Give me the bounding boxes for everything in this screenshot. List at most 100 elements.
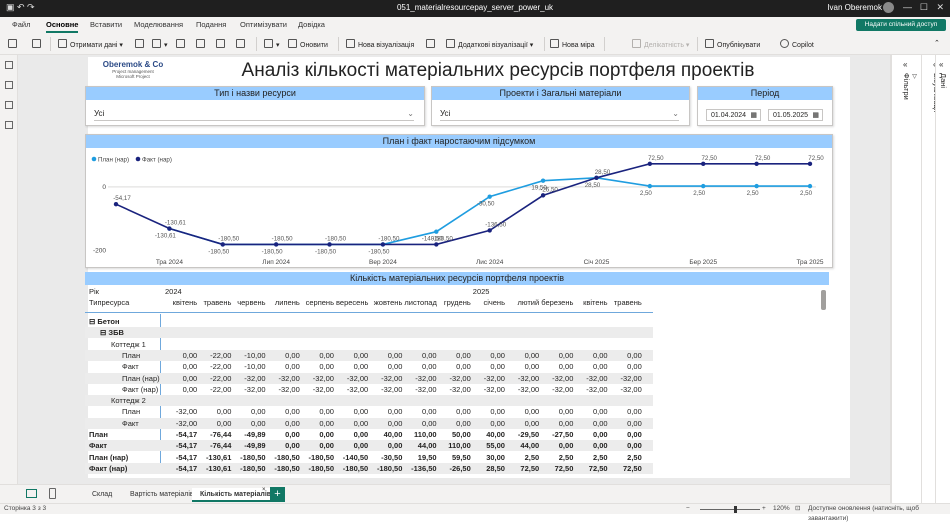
table-cell: 0,00 <box>319 407 334 417</box>
avatar[interactable] <box>883 2 894 13</box>
page-tab-material-cost[interactable]: Вартість матеріалів <box>122 488 202 502</box>
user-name[interactable]: Ivan Oberemok <box>827 3 882 12</box>
tab-view[interactable]: Подання <box>196 20 226 29</box>
enter-data-icon[interactable] <box>196 39 208 49</box>
maximize-icon[interactable]: ☐ <box>920 2 928 13</box>
onelake-icon[interactable]: ▾ <box>152 39 168 49</box>
matrix-scrollbar[interactable] <box>821 290 826 310</box>
separator <box>544 37 545 51</box>
table-cell: -32,00 <box>517 384 540 394</box>
month-header: липень <box>274 298 300 307</box>
calendar-icon[interactable]: ▦ <box>750 110 757 121</box>
shield-icon <box>632 39 641 48</box>
title-bar: ▣ ↶ ↷ 051_materialresourcepay_server_pow… <box>0 0 950 17</box>
close-tab-icon[interactable]: × <box>262 487 266 493</box>
page-tab-material-quantity[interactable]: Кількість матеріалів <box>192 488 280 502</box>
sql-icon[interactable] <box>176 39 188 49</box>
data-point <box>701 183 706 189</box>
dax-view-icon[interactable] <box>5 121 13 129</box>
new-measure-button[interactable]: Нова міра <box>550 39 595 49</box>
table-cell: -54,17 <box>175 463 198 473</box>
transform-icon[interactable]: ▾ <box>264 39 280 49</box>
get-data-button[interactable]: Отримати дані ▾ <box>58 39 123 49</box>
new-visual-button[interactable]: Нова візуалізація <box>346 39 414 49</box>
table-view-icon[interactable] <box>5 81 13 89</box>
collapse-ribbon-icon[interactable]: ⌃ <box>934 39 940 47</box>
slicer-dropdown[interactable]: Усі ⌄ <box>440 107 679 121</box>
mobile-layout-icon[interactable] <box>49 488 56 499</box>
date-to-value: 01.05.2025 <box>773 112 809 119</box>
slicer-dropdown[interactable]: Усі ⌄ <box>94 107 414 121</box>
date-to-input[interactable]: 01.05.2025 ▦ <box>768 109 823 121</box>
table-cell: 2,50 <box>558 452 574 462</box>
refresh-button[interactable]: Оновити <box>288 39 328 49</box>
chevron-left-icon[interactable]: « <box>903 60 907 69</box>
table-cell: -32,00 <box>381 384 403 394</box>
line-chart[interactable]: План (нар) Факт (нар) 0 -200 Тра 2024 Лип 202… <box>86 149 832 267</box>
copilot-button[interactable]: Copilot <box>780 39 814 49</box>
table-cell: 0,00 <box>592 441 608 451</box>
table-cell: 0,00 <box>558 441 574 451</box>
tab-insert[interactable]: Вставити <box>90 20 122 29</box>
format-painter-icon[interactable] <box>32 39 44 49</box>
month-header: січень <box>483 298 505 307</box>
more-visuals-button[interactable]: Додаткові візуалізації ▾ <box>446 39 533 49</box>
close-icon[interactable]: ✕ <box>936 2 944 13</box>
row-label: План (нар) <box>89 452 129 462</box>
desktop-layout-icon[interactable] <box>26 489 37 498</box>
calendar-icon[interactable]: ▦ <box>812 110 819 121</box>
line-chart-card[interactable]: План і факт наростаючим підсумком План (… <box>85 134 833 268</box>
zoom-out-icon[interactable]: − <box>686 504 690 514</box>
new-visual-label: Нова візуалізація <box>358 42 415 49</box>
fit-page-icon[interactable]: ⊡ <box>795 504 800 514</box>
zoom-in-icon[interactable]: + <box>762 504 766 514</box>
add-page-button[interactable]: + <box>270 487 285 502</box>
table-cell: 110,00 <box>448 441 471 451</box>
table-cell: 0,00 <box>421 418 437 428</box>
table-cell: 0,00 <box>558 418 574 428</box>
table-cell: 28,50 <box>486 463 505 473</box>
table-cell: -180,50 <box>308 452 334 462</box>
data-point <box>220 242 225 247</box>
tab-modeling[interactable]: Моделювання <box>134 20 183 29</box>
date-from-input[interactable]: 01.04.2024 ▦ <box>706 109 761 121</box>
filters-pane[interactable]: « Фільтри ▽ <box>891 55 921 503</box>
recent-sources-icon[interactable] <box>236 39 248 49</box>
data-pane[interactable]: « Дані <box>935 55 950 503</box>
update-notice[interactable]: Доступне оновлення (натисніть, щоб заван… <box>808 504 950 524</box>
projects-slicer[interactable]: Проекти і Загальні матеріали Усі ⌄ <box>431 86 690 126</box>
report-view-icon[interactable] <box>5 61 13 69</box>
data-label: 28,50 <box>585 182 601 189</box>
text-box-icon[interactable] <box>426 39 438 49</box>
publish-button[interactable]: Опублікувати <box>705 39 760 49</box>
data-label: 72,50 <box>755 155 771 162</box>
resource-type-slicer[interactable]: Тип і назви ресурси Усі ⌄ <box>85 86 425 126</box>
tab-optimize[interactable]: Оптимізувати <box>240 20 287 29</box>
zoom-slider[interactable] <box>700 509 760 510</box>
paste-icon[interactable] <box>8 39 20 49</box>
table-cell: 0,00 <box>627 350 642 360</box>
zoom-slider-handle[interactable] <box>734 506 737 513</box>
matrix-card[interactable]: Кількість матеріальних ресурсів портфеля… <box>85 272 833 478</box>
chevron-left-icon[interactable]: « <box>939 60 943 69</box>
slicer-value: Усі <box>440 109 451 118</box>
table-cell: 0,00 <box>421 350 437 360</box>
minimize-icon[interactable]: — <box>903 2 912 12</box>
dataverse-icon[interactable] <box>216 39 228 49</box>
table-cell: 0,00 <box>319 430 334 439</box>
sensitivity-button[interactable]: Делікатність ▾ <box>632 39 689 49</box>
tab-file[interactable]: Файл <box>12 20 30 29</box>
period-slicer[interactable]: Період 01.04.2024 ▦ 01.05.2025 ▦ <box>697 86 833 126</box>
data-point <box>807 183 813 189</box>
separator <box>604 37 605 51</box>
calculator-icon <box>550 39 559 48</box>
share-button[interactable]: Надати спільний доступ <box>856 19 946 31</box>
table-cell: 0,00 <box>182 362 198 372</box>
page-tab-warehouse[interactable]: Склад <box>84 488 120 502</box>
excel-icon[interactable] <box>135 39 147 49</box>
tab-help[interactable]: Довідка <box>298 20 325 29</box>
model-view-icon[interactable] <box>5 101 13 109</box>
row-label: Факт <box>122 362 139 372</box>
tab-home[interactable]: Основне <box>46 20 79 33</box>
table-cell: 0,00 <box>319 350 334 360</box>
